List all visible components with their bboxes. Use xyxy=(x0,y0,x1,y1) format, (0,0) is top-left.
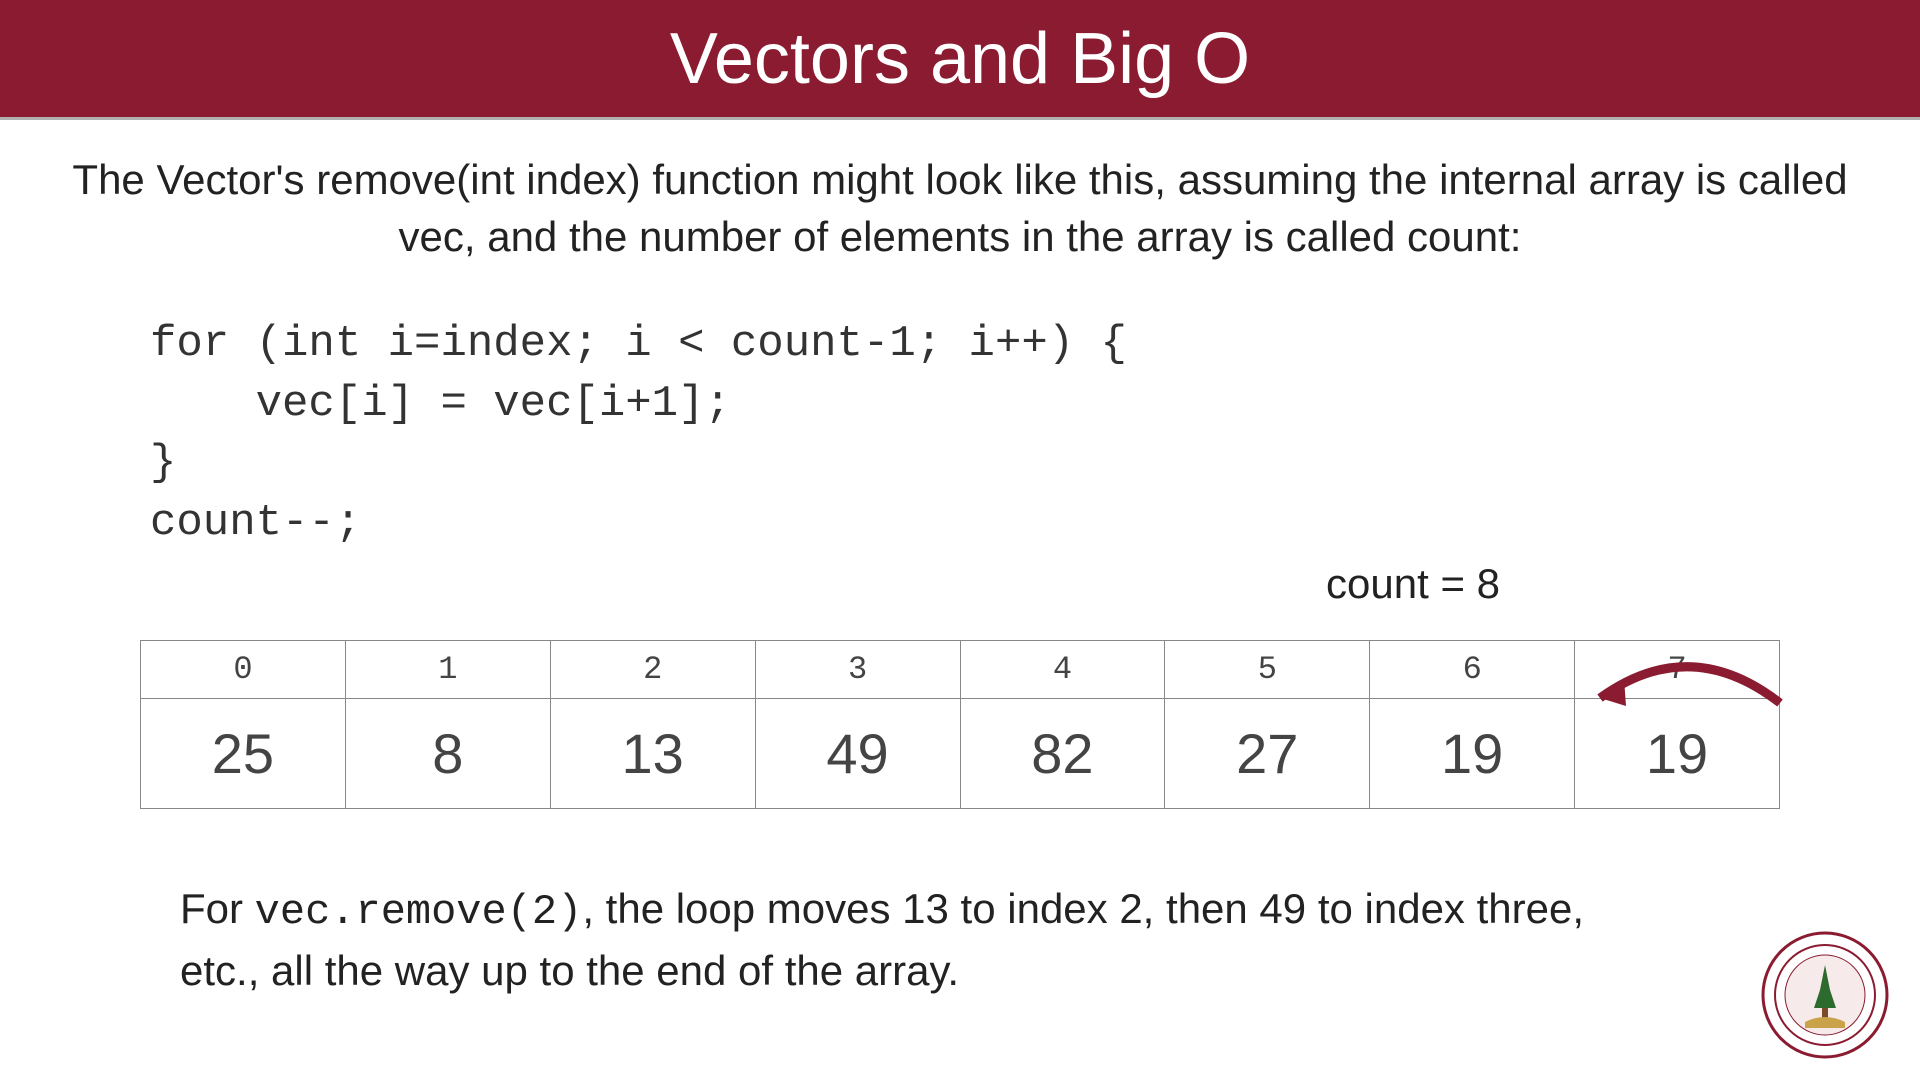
array-index-cell: 5 xyxy=(1165,641,1370,699)
array-value-cell: 82 xyxy=(960,699,1165,809)
array-value-cell: 19 xyxy=(1575,699,1780,809)
array-diagram: 0 1 2 3 4 5 6 7 25 8 13 49 82 27 19 19 xyxy=(140,640,1780,809)
array-value-cell: 27 xyxy=(1165,699,1370,809)
array-table: 0 1 2 3 4 5 6 7 25 8 13 49 82 27 19 19 xyxy=(140,640,1780,809)
array-value-cell: 8 xyxy=(345,699,550,809)
array-value-cell: 19 xyxy=(1370,699,1575,809)
count-label: count = 8 xyxy=(1326,560,1500,608)
slide-title: Vectors and Big O xyxy=(670,18,1250,100)
university-seal-icon xyxy=(1760,930,1890,1060)
outro-text: For vec.remove(2), the loop moves 13 to … xyxy=(180,880,1640,1001)
array-index-cell: 0 xyxy=(141,641,346,699)
intro-text: The Vector's remove(int index) function … xyxy=(60,152,1860,265)
array-index-cell: 7 xyxy=(1575,641,1780,699)
outro-pre: For xyxy=(180,885,255,932)
array-index-cell: 1 xyxy=(345,641,550,699)
code-snippet: for (int i=index; i < count-1; i++) { ve… xyxy=(150,315,1920,553)
array-index-cell: 3 xyxy=(755,641,960,699)
array-index-cell: 6 xyxy=(1370,641,1575,699)
array-value-cell: 49 xyxy=(755,699,960,809)
array-value-cell: 13 xyxy=(550,699,755,809)
array-value-cell: 25 xyxy=(141,699,346,809)
array-index-row: 0 1 2 3 4 5 6 7 xyxy=(141,641,1780,699)
array-index-cell: 4 xyxy=(960,641,1165,699)
outro-code: vec.remove(2) xyxy=(255,888,583,936)
array-value-row: 25 8 13 49 82 27 19 19 xyxy=(141,699,1780,809)
title-bar: Vectors and Big O xyxy=(0,0,1920,120)
array-index-cell: 2 xyxy=(550,641,755,699)
